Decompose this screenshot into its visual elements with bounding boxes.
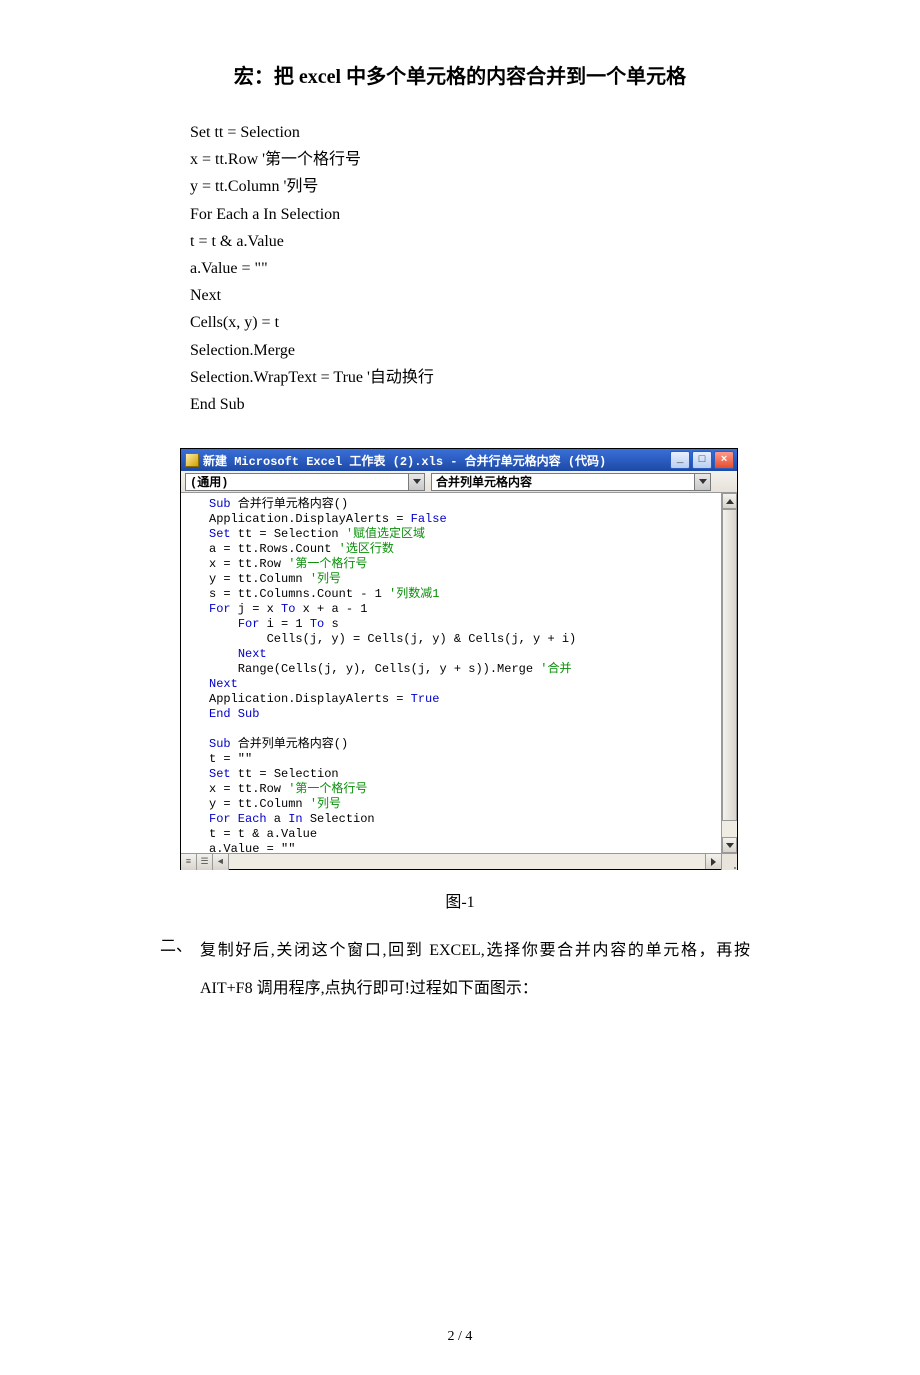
code-line: Selection.Merge — [190, 337, 920, 364]
toolbar: (通用) 合并列单元格内容 — [181, 471, 737, 493]
view-mode-procedure[interactable]: ≡ — [181, 854, 197, 870]
close-button[interactable]: × — [714, 451, 734, 469]
code-line: Cells(x, y) = t — [190, 309, 920, 336]
app-icon — [185, 453, 199, 467]
window-titlebar[interactable]: 新建 Microsoft Excel 工作表 (2).xls - 合并行单元格内… — [181, 449, 737, 471]
maximize-button[interactable]: □ — [692, 451, 712, 469]
code-line: a.Value = "" — [190, 255, 920, 282]
scroll-down-button[interactable] — [722, 837, 737, 853]
step-number: 二、 — [160, 932, 192, 956]
scroll-track[interactable] — [722, 509, 737, 837]
code-line: Next — [190, 282, 920, 309]
instruction-text: 复制好后,关闭这个窗口,回到 EXCEL,选择你要合并内容的单元格，再按 AIT… — [200, 932, 750, 1009]
scroll-thumb[interactable] — [722, 509, 737, 821]
horizontal-scrollbar: ≡ ☰ ◄ — [181, 853, 737, 869]
object-dropdown[interactable]: (通用) — [185, 473, 425, 491]
code-block-top: Set tt = Selection x = tt.Row '第一个格行号 y … — [190, 119, 920, 418]
code-line: Selection.WrapText = True '自动换行 — [190, 364, 920, 391]
procedure-dropdown-value: 合并列单元格内容 — [436, 473, 532, 490]
hscroll-track[interactable] — [229, 854, 705, 869]
scroll-left-button[interactable]: ◄ — [213, 854, 229, 870]
code-editor[interactable]: Sub 合并行单元格内容() Application.DisplayAlerts… — [181, 493, 721, 853]
figure-caption: 图-1 — [0, 888, 920, 912]
code-line: End Sub — [190, 391, 920, 418]
code-line: x = tt.Row '第一个格行号 — [190, 146, 920, 173]
view-mode-full[interactable]: ☰ — [197, 854, 213, 870]
scroll-right-button[interactable] — [705, 854, 721, 869]
code-line: For Each a In Selection — [190, 201, 920, 228]
minimize-button[interactable]: _ — [670, 451, 690, 469]
object-dropdown-value: (通用) — [190, 473, 228, 490]
procedure-dropdown[interactable]: 合并列单元格内容 — [431, 473, 711, 491]
code-line: t = t & a.Value — [190, 228, 920, 255]
code-line: Set tt = Selection — [190, 119, 920, 146]
page-title: 宏：把 excel 中多个单元格的内容合并到一个单元格 — [0, 60, 920, 89]
resize-grip[interactable] — [721, 854, 737, 870]
page-footer: 2 / 4 — [0, 1329, 920, 1375]
scroll-up-button[interactable] — [722, 493, 737, 509]
vertical-scrollbar[interactable] — [721, 493, 737, 853]
window-title: 新建 Microsoft Excel 工作表 (2).xls - 合并行单元格内… — [203, 452, 670, 469]
chevron-down-icon[interactable] — [408, 474, 424, 490]
code-line: y = tt.Column '列号 — [190, 173, 920, 200]
vba-editor-window: 新建 Microsoft Excel 工作表 (2).xls - 合并行单元格内… — [180, 448, 738, 870]
chevron-down-icon[interactable] — [694, 474, 710, 490]
